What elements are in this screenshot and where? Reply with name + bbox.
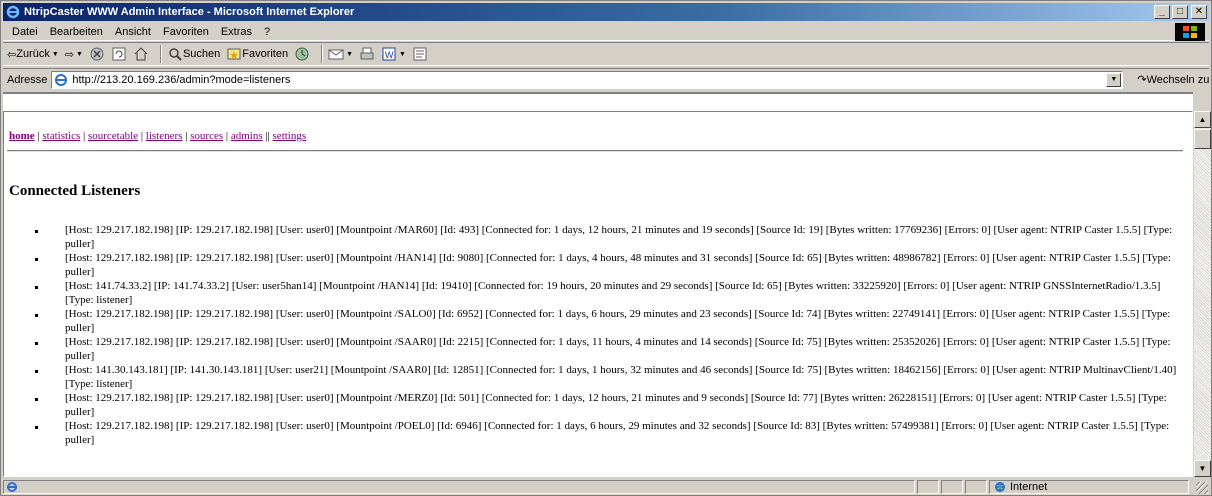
scroll-up-button[interactable]: ▲	[1194, 111, 1211, 128]
listener-item: [Host: 129.217.182.198] [IP: 129.217.182…	[35, 307, 1185, 335]
listener-item: [Host: 129.217.182.198] [IP: 129.217.182…	[35, 391, 1185, 419]
resize-grip[interactable]	[1196, 482, 1208, 494]
forward-arrow-icon: ⇨	[64, 48, 74, 61]
vertical-scrollbar[interactable]	[1194, 111, 1211, 477]
listeners-list: [Host: 129.217.182.198] [IP: 129.217.182…	[35, 223, 1185, 447]
globe-icon	[995, 482, 1005, 492]
back-label: Zurück	[16, 48, 50, 60]
go-arrow-icon: ↷	[1137, 74, 1147, 86]
menu-extras[interactable]: Extras	[216, 26, 257, 38]
home-icon	[134, 47, 148, 61]
search-button[interactable]: Suchen	[167, 46, 220, 62]
menu-datei[interactable]: Datei	[7, 26, 43, 38]
word-icon: W	[382, 47, 396, 61]
address-field[interactable]: ▼	[51, 70, 1124, 89]
svg-text:W: W	[385, 50, 394, 60]
chevron-down-icon: ▼	[76, 50, 83, 58]
back-arrow-icon: ⇦	[7, 48, 17, 61]
content-top-strip	[3, 92, 1193, 111]
admin-nav: home | statistics | sourcetable | listen…	[9, 130, 307, 142]
scroll-thumb[interactable]	[1194, 129, 1211, 149]
nav-settings-link[interactable]: settings	[273, 130, 307, 142]
status-pane	[917, 480, 939, 494]
status-pane	[965, 480, 987, 494]
menu-bearbeiten[interactable]: Bearbeiten	[45, 26, 108, 38]
nav-statistics-link[interactable]: statistics	[42, 130, 80, 142]
back-button[interactable]: ⇦ Zurück ▼	[7, 48, 59, 61]
status-bar: Internet	[3, 479, 1209, 495]
menu-favoriten[interactable]: Favoriten	[158, 26, 214, 38]
menu-ansicht[interactable]: Ansicht	[110, 26, 156, 38]
chevron-down-icon: ▼	[346, 50, 354, 58]
toolbar: ⇦ Zurück ▼ ⇨ ▼ Suchen Favoriten ▼ W ▼	[3, 42, 1209, 66]
print-icon	[360, 47, 374, 60]
nav-sourcetable-link[interactable]: sourcetable	[88, 130, 138, 142]
chevron-down-icon: ▼	[399, 50, 406, 58]
windows-flag-icon	[1175, 23, 1205, 41]
listener-item: [Host: 141.74.33.2] [IP: 141.74.33.2] [U…	[35, 279, 1185, 307]
nav-sources-link[interactable]: sources	[190, 130, 223, 142]
minimize-button[interactable]: _	[1154, 5, 1170, 19]
window-title: NtripCaster WWW Admin Interface - Micros…	[24, 6, 355, 18]
page-heading: Connected Listeners	[9, 183, 141, 199]
refresh-icon	[112, 47, 126, 61]
stop-icon	[90, 47, 104, 61]
page-status-icon	[7, 482, 17, 492]
mail-icon	[328, 49, 344, 60]
listener-item: [Host: 129.217.182.198] [IP: 129.217.182…	[35, 223, 1185, 251]
status-text-pane	[3, 480, 915, 494]
toolbar-separator	[159, 45, 162, 63]
discuss-icon	[413, 47, 427, 61]
listener-item: [Host: 129.217.182.198] [IP: 129.217.182…	[35, 335, 1185, 363]
address-dropdown-button[interactable]: ▼	[1106, 72, 1122, 87]
discuss-button[interactable]	[412, 46, 428, 62]
chevron-down-icon: ▼	[51, 50, 59, 58]
security-zone-pane: Internet	[989, 480, 1189, 494]
maximize-button[interactable]: □	[1172, 5, 1188, 19]
divider	[7, 150, 1183, 152]
listener-item: [Host: 129.217.182.198] [IP: 129.217.182…	[35, 419, 1185, 447]
address-input[interactable]	[72, 73, 1123, 86]
title-bar[interactable]: NtripCaster WWW Admin Interface - Micros…	[3, 3, 1209, 21]
search-label: Suchen	[182, 48, 221, 60]
go-label: Wechseln zu	[1146, 73, 1210, 86]
address-bar: Adresse ▼ ↷ Wechseln zu	[3, 68, 1209, 90]
listener-item: [Host: 141.30.143.181] [IP: 141.30.143.1…	[35, 363, 1185, 391]
page-icon	[55, 73, 68, 86]
refresh-button[interactable]	[111, 46, 127, 62]
mail-button[interactable]: ▼	[328, 46, 353, 62]
ie-logo-icon	[6, 5, 20, 19]
zone-label: Internet	[1010, 481, 1048, 493]
nav-listeners-link[interactable]: listeners	[146, 130, 183, 142]
edit-button[interactable]: W ▼	[381, 46, 406, 62]
browser-window: NtripCaster WWW Admin Interface - Micros…	[0, 0, 1212, 496]
menu-bar: Datei Bearbeiten Ansicht Favoriten Extra…	[3, 23, 1209, 41]
toolbar-separator	[321, 45, 324, 63]
history-icon	[295, 47, 309, 61]
favorites-icon	[227, 48, 241, 60]
go-button[interactable]: ↷ Wechseln zu	[1137, 73, 1210, 87]
print-button[interactable]	[359, 46, 375, 62]
scroll-down-button[interactable]: ▼	[1194, 460, 1211, 477]
home-button[interactable]	[133, 46, 149, 62]
status-pane	[941, 480, 963, 494]
close-button[interactable]: ✕	[1191, 5, 1207, 19]
stop-button[interactable]	[89, 46, 105, 62]
favorites-button[interactable]: Favoriten	[226, 46, 288, 62]
search-icon	[169, 48, 182, 61]
address-label: Adresse	[7, 73, 48, 86]
forward-button[interactable]: ⇨ ▼	[65, 48, 83, 61]
history-button[interactable]	[294, 46, 310, 62]
menu-help[interactable]: ?	[259, 26, 275, 38]
nav-home-link[interactable]: home	[9, 130, 35, 142]
favorites-label: Favoriten	[242, 48, 289, 60]
nav-admins-link[interactable]: admins	[231, 130, 263, 142]
listener-item: [Host: 129.217.182.198] [IP: 129.217.182…	[35, 251, 1185, 279]
